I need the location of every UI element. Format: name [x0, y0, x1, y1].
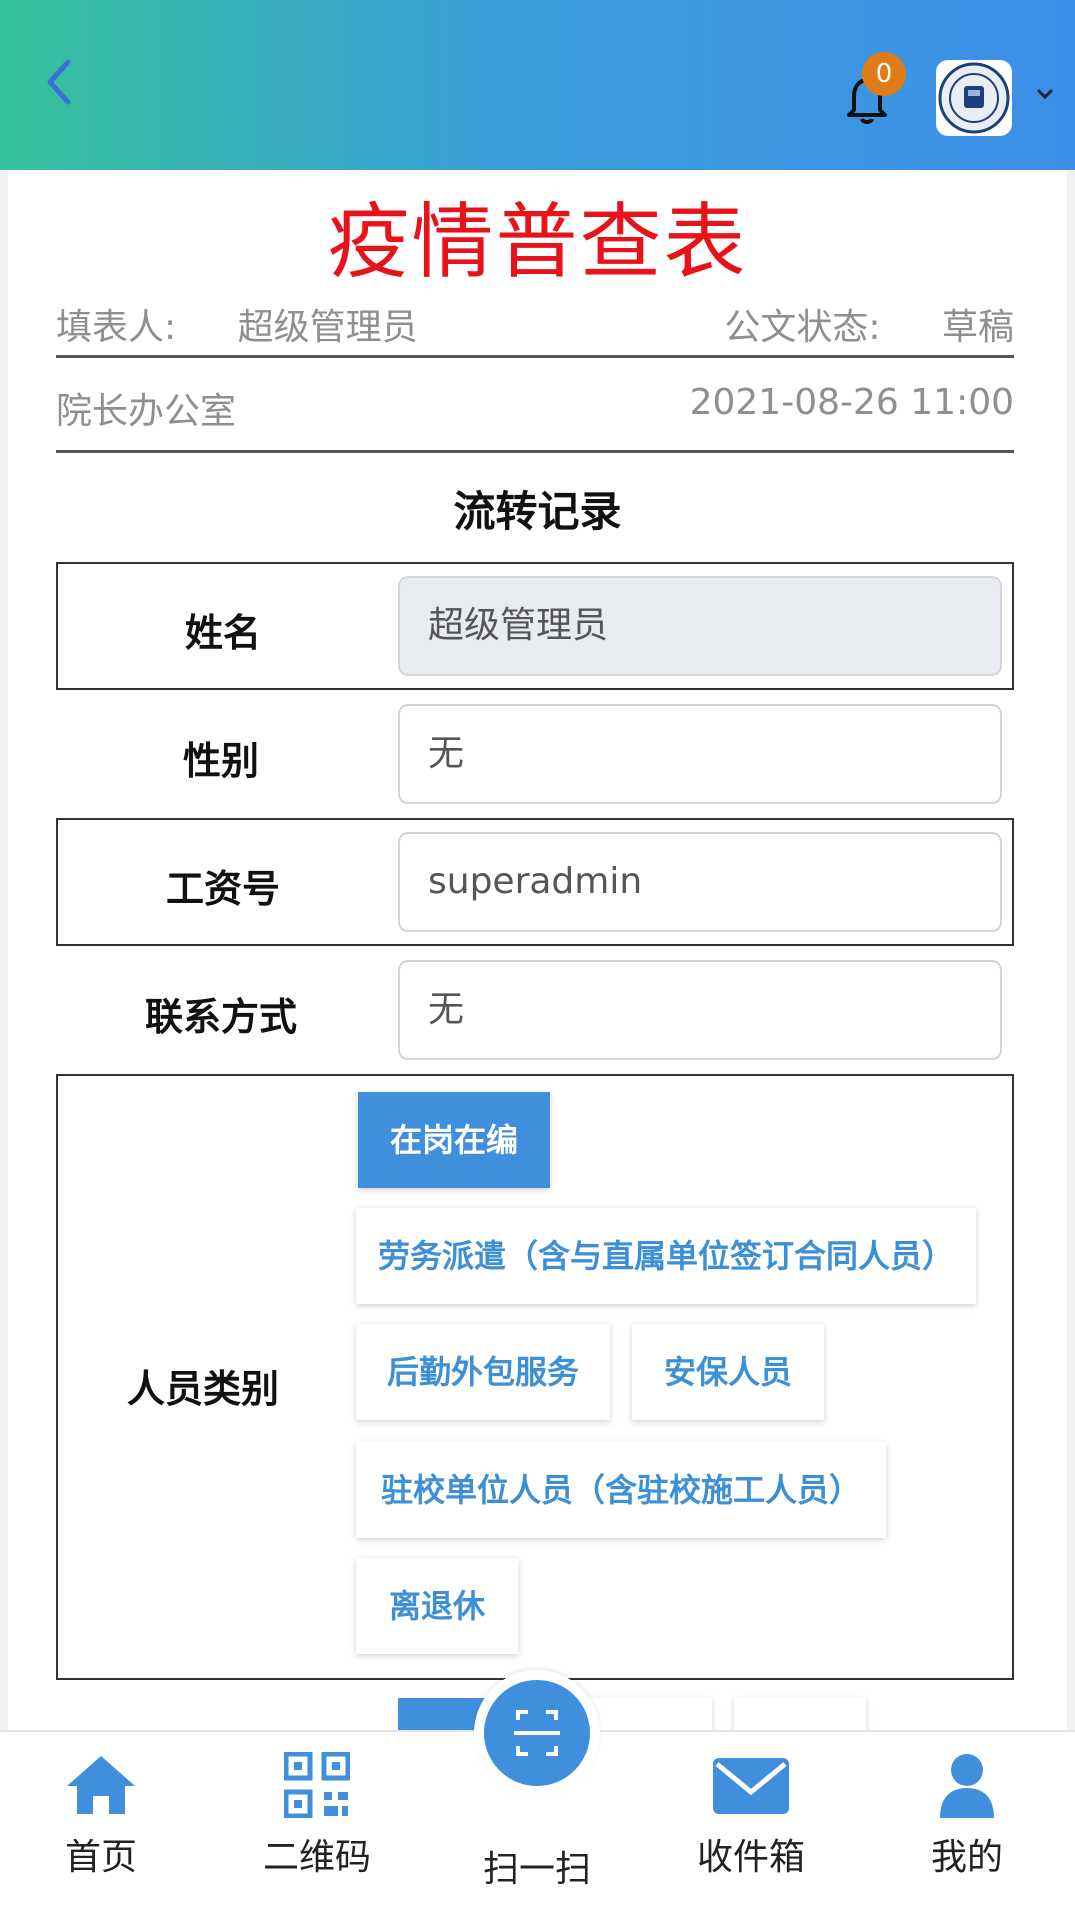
filler-value: 超级管理员 — [237, 307, 418, 348]
category-option-dispatch[interactable]: 劳务派遣（含与直属单位签订合同人员） — [356, 1208, 976, 1304]
gender-field[interactable]: 无 — [398, 704, 1002, 804]
section-title: 流转记录 — [453, 487, 622, 536]
employee-id-field[interactable]: superadmin — [398, 832, 1002, 932]
nav-home[interactable]: 首页 — [26, 1752, 176, 1880]
nav-inbox-label: 收件箱 — [696, 1837, 805, 1878]
back-icon[interactable] — [40, 52, 80, 112]
nav-inbox[interactable]: 收件箱 — [676, 1752, 826, 1880]
chevron-down-icon[interactable] — [1032, 80, 1058, 106]
notification-badge: 0 — [862, 52, 906, 96]
gender-label: 性别 — [182, 739, 259, 783]
nav-mine-label: 我的 — [930, 1837, 1003, 1878]
nav-qrcode-label: 二维码 — [262, 1837, 371, 1878]
row-name: 姓名 超级管理员 — [56, 562, 1014, 690]
status-label: 公文状态: — [724, 307, 881, 348]
home-icon — [67, 1756, 135, 1814]
name-label: 姓名 — [184, 611, 261, 655]
row-gender: 性别 无 — [56, 690, 1014, 818]
contact-field[interactable]: 无 — [398, 960, 1002, 1060]
category-option-security[interactable]: 安保人员 — [632, 1324, 824, 1420]
status-value: 草稿 — [941, 307, 1014, 348]
category-option-retired[interactable]: 离退休 — [356, 1558, 518, 1654]
row-category: 人员类别 在岗在编 劳务派遣（含与直属单位签订合同人员） 后勤外包服务 安保人员… — [56, 1074, 1014, 1680]
department: 院长办公室 — [56, 391, 237, 432]
page-frame-right — [1067, 170, 1075, 1730]
category-option-onduty[interactable]: 在岗在编 — [358, 1092, 550, 1188]
status-group: 公文状态: 草稿 — [724, 298, 1014, 350]
document-title: 疫情普查表 — [327, 195, 748, 290]
document-datetime: 2021-08-26 11:00 — [689, 382, 1014, 423]
category-label: 人员类别 — [126, 1367, 279, 1411]
category-option-outsourcing[interactable]: 后勤外包服务 — [356, 1324, 610, 1420]
mail-icon — [713, 1758, 789, 1814]
avatar[interactable] — [936, 60, 1012, 136]
filler-label: 填表人: — [56, 307, 177, 348]
nav-scan-label: 扫一扫 — [482, 1849, 591, 1890]
user-icon — [940, 1754, 994, 1818]
qrcode-icon — [284, 1752, 350, 1818]
row-employee-id: 工资号 superadmin — [56, 818, 1014, 946]
scan-icon — [514, 1710, 560, 1756]
divider — [56, 450, 1014, 453]
nav-home-label: 首页 — [64, 1837, 137, 1878]
category-option-stationed[interactable]: 驻校单位人员（含驻校施工人员） — [356, 1442, 886, 1538]
nav-scan[interactable]: 扫一扫 — [462, 1840, 612, 1892]
contact-label: 联系方式 — [144, 995, 297, 1039]
nav-qrcode[interactable]: 二维码 — [242, 1752, 392, 1880]
row-contact: 联系方式 无 — [56, 946, 1014, 1074]
nav-mine[interactable]: 我的 — [892, 1752, 1042, 1880]
top-bar — [0, 0, 1075, 170]
name-field: 超级管理员 — [398, 576, 1002, 676]
employee-id-label: 工资号 — [165, 867, 280, 911]
page-frame-left — [0, 170, 8, 1730]
meta-row-filler: 填表人: 超级管理员 公文状态: 草稿 — [56, 298, 1014, 350]
scan-button[interactable] — [484, 1680, 590, 1786]
divider — [56, 355, 1014, 358]
meta-row-department: 院长办公室 2021-08-26 11:00 — [56, 382, 1014, 434]
